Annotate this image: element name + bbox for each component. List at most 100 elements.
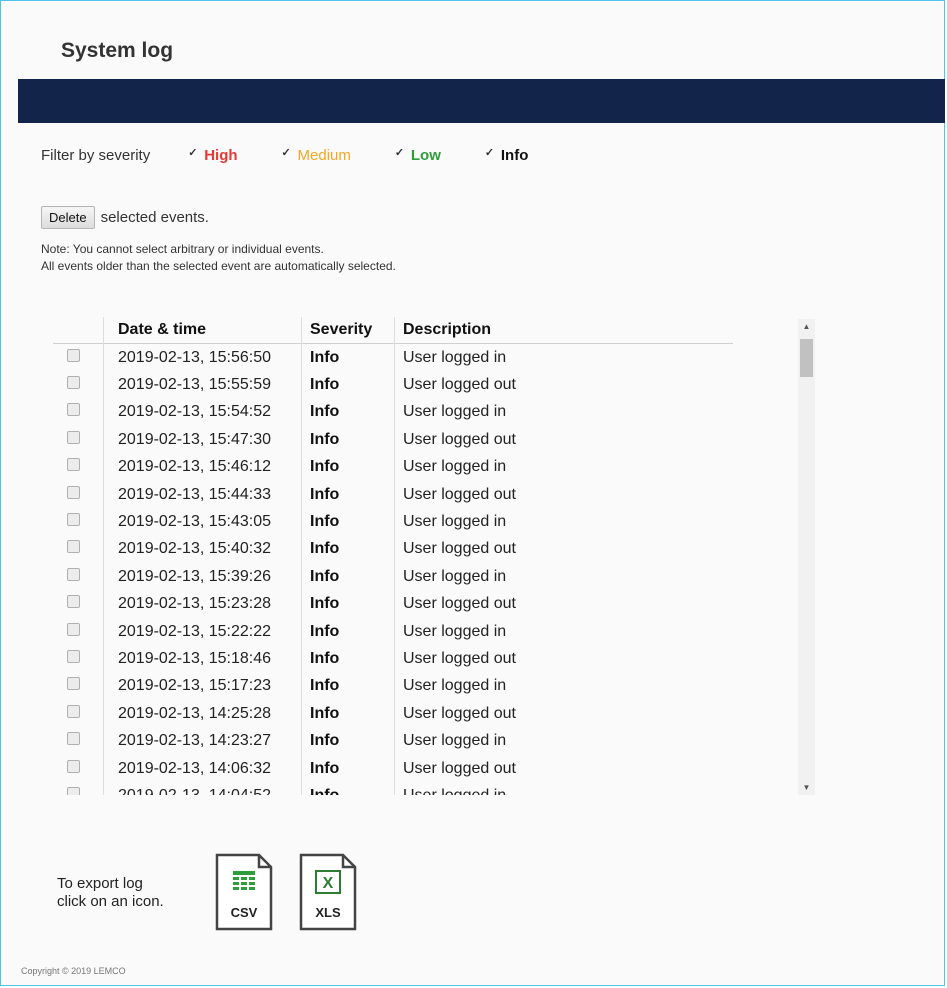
row-checkbox[interactable] xyxy=(67,704,80,718)
table-row[interactable]: 2019-02-13, 15:18:46 Info User logged out xyxy=(53,645,733,673)
row-checkbox[interactable] xyxy=(67,458,80,472)
table-header-row: Date & time Severity Description xyxy=(53,317,733,344)
row-severity: Info xyxy=(301,480,395,509)
row-checkbox[interactable] xyxy=(67,649,80,663)
row-description: User logged in xyxy=(394,672,733,701)
row-description: User logged out xyxy=(394,754,733,783)
xls-label: XLS xyxy=(315,905,341,920)
table-row[interactable]: 2019-02-13, 15:47:30 Info User logged out xyxy=(53,426,733,454)
row-date: 2019-02-13, 14:06:32 xyxy=(103,754,302,783)
row-severity: Info xyxy=(301,371,395,399)
scroll-down-arrow-icon[interactable]: ▼ xyxy=(798,780,815,795)
copyright: Copyright © 2019 LEMCO xyxy=(21,966,126,976)
row-select-cell xyxy=(53,591,104,618)
row-select-cell xyxy=(53,755,104,782)
export-hint: To export log click on an icon. xyxy=(57,875,164,911)
csv-export-icon[interactable]: CSV xyxy=(215,853,273,931)
row-date: 2019-02-13, 15:56:50 xyxy=(103,343,302,372)
table-row[interactable]: 2019-02-13, 15:54:52 Info User logged in xyxy=(53,398,733,427)
row-severity: Info xyxy=(301,727,395,755)
row-date: 2019-02-13, 15:18:46 xyxy=(103,645,302,673)
row-checkbox[interactable] xyxy=(67,732,80,746)
xls-export-icon[interactable]: X XLS xyxy=(299,853,357,931)
table-row[interactable]: 2019-02-13, 15:43:05 Info User logged in xyxy=(53,508,733,536)
row-checkbox[interactable] xyxy=(67,595,80,609)
row-select-cell xyxy=(53,727,104,754)
row-severity: Info xyxy=(301,535,395,564)
table-row[interactable]: 2019-02-13, 15:56:50 Info User logged in xyxy=(53,343,733,372)
row-checkbox[interactable] xyxy=(67,759,80,773)
row-checkbox[interactable] xyxy=(67,677,80,691)
row-select-cell xyxy=(53,618,104,645)
row-checkbox[interactable] xyxy=(67,786,80,795)
csv-label: CSV xyxy=(231,905,258,920)
scroll-thumb[interactable] xyxy=(800,339,813,377)
row-checkbox[interactable] xyxy=(67,622,80,636)
filter-medium-checkbox[interactable] xyxy=(282,146,292,161)
delete-button[interactable]: Delete xyxy=(41,206,95,229)
row-description: User logged in xyxy=(394,782,733,795)
row-checkbox[interactable] xyxy=(67,567,80,581)
table-row[interactable]: 2019-02-13, 14:23:27 Info User logged in xyxy=(53,727,733,755)
table-row[interactable]: 2019-02-13, 15:55:59 Info User logged out xyxy=(53,371,733,399)
scroll-up-arrow-icon[interactable]: ▲ xyxy=(798,319,815,334)
table-row[interactable]: 2019-02-13, 14:06:32 Info User logged out xyxy=(53,754,733,783)
page-frame: System log Filter by severity High Mediu… xyxy=(0,0,945,986)
row-date: 2019-02-13, 15:55:59 xyxy=(103,371,302,399)
table-row[interactable]: 2019-02-13, 14:04:52InfoUser logged in xyxy=(53,782,733,795)
row-checkbox[interactable] xyxy=(67,485,80,499)
filter-info-checkbox[interactable] xyxy=(485,146,495,161)
header-select xyxy=(53,317,104,344)
table-row[interactable]: 2019-02-13, 15:39:26 Info User logged in xyxy=(53,563,733,591)
row-checkbox[interactable] xyxy=(67,540,80,554)
row-description: User logged out xyxy=(394,426,733,454)
row-select-cell xyxy=(53,782,104,795)
table-scrollbar[interactable]: ▲ ▼ xyxy=(798,319,815,795)
row-checkbox[interactable] xyxy=(67,403,80,417)
filter-high[interactable]: High xyxy=(188,146,237,164)
row-description: User logged out xyxy=(394,590,733,618)
row-date: 2019-02-13, 15:22:22 xyxy=(103,617,302,646)
row-checkbox[interactable] xyxy=(67,513,80,527)
row-select-cell xyxy=(53,508,104,535)
row-description: User logged out xyxy=(394,700,733,728)
table-row[interactable]: 2019-02-13, 15:23:28 Info User logged out xyxy=(53,590,733,618)
row-checkbox[interactable] xyxy=(67,376,80,390)
row-severity: Info xyxy=(301,426,395,454)
row-checkbox[interactable] xyxy=(67,430,80,444)
severity-filter: Filter by severity High Medium Low Info xyxy=(41,146,572,164)
header-severity: Severity xyxy=(301,317,395,344)
filter-high-checkbox[interactable] xyxy=(188,146,198,161)
filter-low[interactable]: Low xyxy=(395,146,441,164)
row-date: 2019-02-13, 15:39:26 xyxy=(103,563,302,591)
export-line-2: click on an icon. xyxy=(57,893,164,910)
filter-low-label: Low xyxy=(410,147,441,164)
nav-bar xyxy=(18,79,945,123)
row-date: 2019-02-13, 14:25:28 xyxy=(103,700,302,728)
table-row[interactable]: 2019-02-13, 15:17:23 Info User logged in xyxy=(53,672,733,701)
table-row[interactable]: 2019-02-13, 15:22:22 Info User logged in xyxy=(53,617,733,646)
note-line-1: Note: You cannot select arbitrary or ind… xyxy=(41,242,324,256)
event-table: Date & time Severity Description 2019-02… xyxy=(53,317,733,795)
row-description: User logged in xyxy=(394,343,733,372)
row-date: 2019-02-13, 15:47:30 xyxy=(103,426,302,454)
row-select-cell xyxy=(53,344,104,372)
row-date: 2019-02-13, 15:40:32 xyxy=(103,535,302,564)
row-checkbox[interactable] xyxy=(67,348,80,362)
table-row[interactable]: 2019-02-13, 15:40:32 Info User logged out xyxy=(53,535,733,564)
filter-medium[interactable]: Medium xyxy=(282,146,351,164)
filter-low-checkbox[interactable] xyxy=(395,146,405,161)
table-row[interactable]: 2019-02-13, 15:44:33 Info User logged out xyxy=(53,480,733,509)
row-date: 2019-02-13, 15:17:23 xyxy=(103,672,302,701)
table-row[interactable]: 2019-02-13, 15:46:12 Info User logged in xyxy=(53,453,733,481)
row-description: User logged in xyxy=(394,727,733,755)
header-description: Description xyxy=(394,317,733,344)
table-row[interactable]: 2019-02-13, 14:25:28 Info User logged out xyxy=(53,700,733,728)
row-select-cell xyxy=(53,454,104,481)
svg-text:X: X xyxy=(323,875,334,892)
row-select-cell xyxy=(53,645,104,672)
filter-info[interactable]: Info xyxy=(485,146,529,164)
row-severity: Info xyxy=(301,508,395,536)
event-table-container: Date & time Severity Description 2019-02… xyxy=(53,317,813,795)
row-select-cell xyxy=(53,399,104,426)
